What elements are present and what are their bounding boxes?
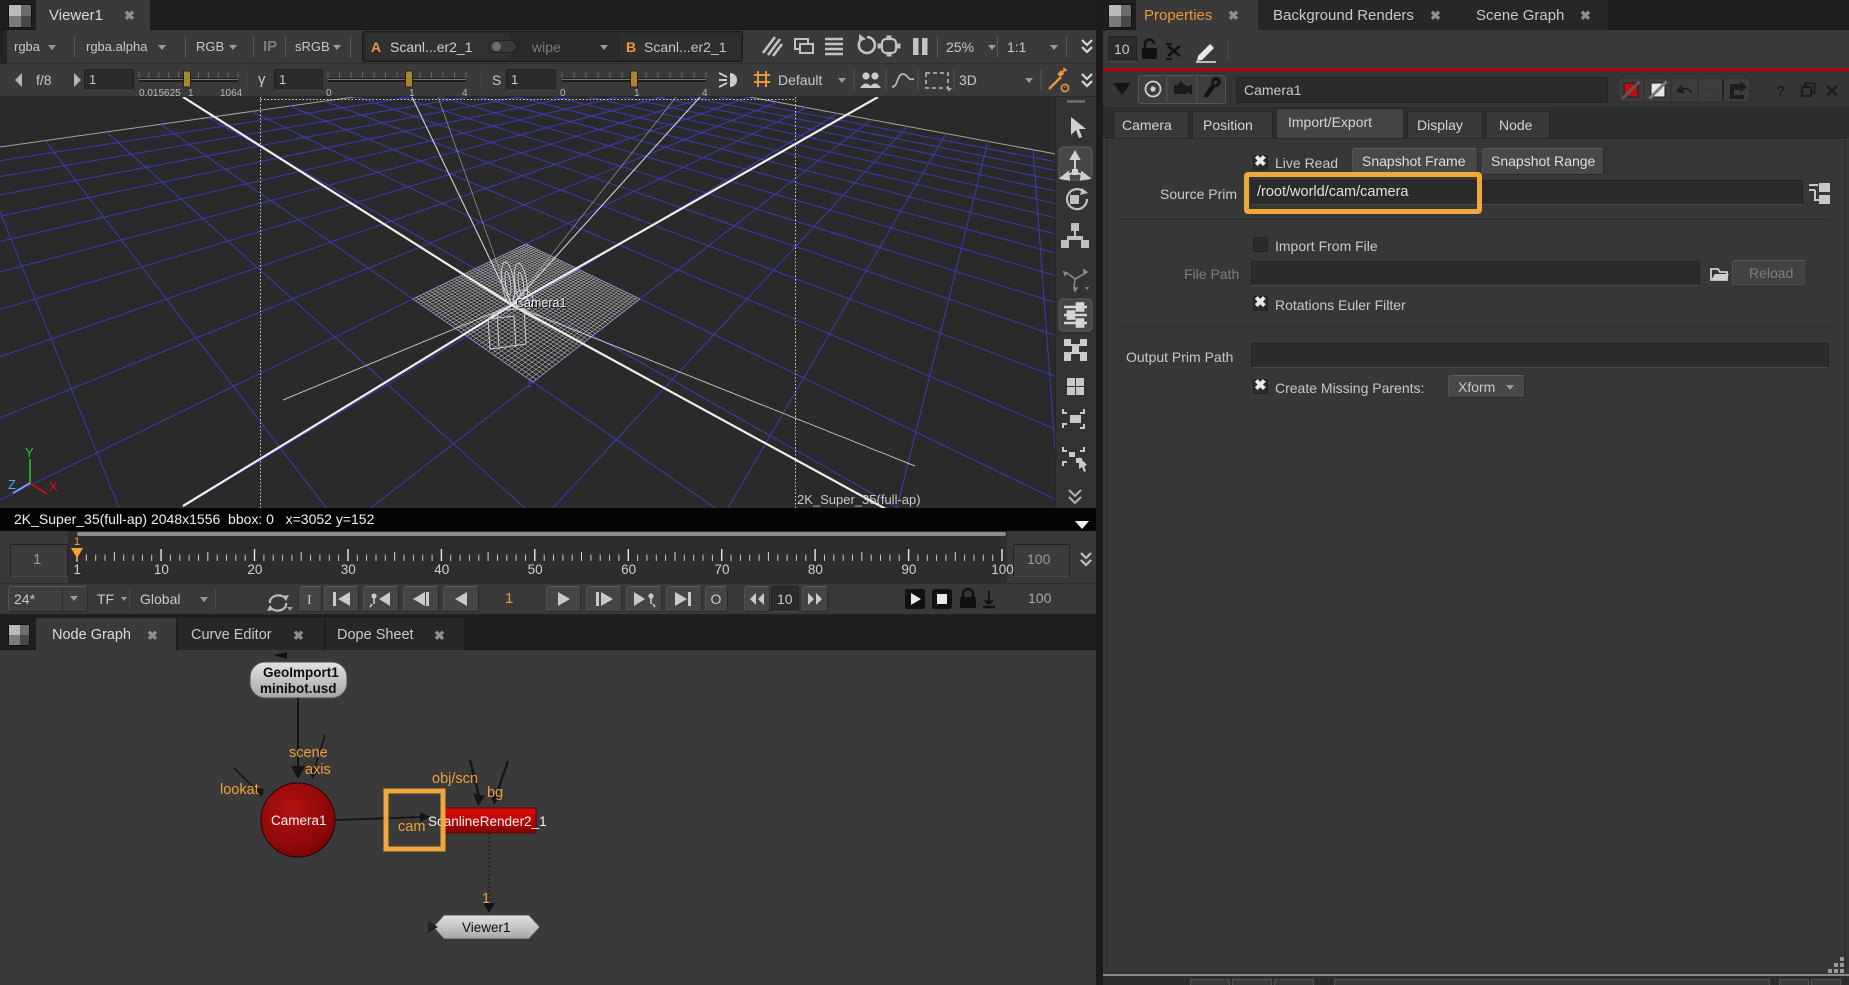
svg-text:obj/scn: obj/scn (432, 771, 478, 787)
svg-text:Camera1: Camera1 (271, 813, 327, 828)
svg-text:axis: axis (305, 762, 331, 778)
svg-text:Z: Z (8, 477, 16, 492)
svg-text:1: 1 (74, 536, 80, 548)
svg-text:X: X (49, 479, 58, 494)
svg-text:?: ? (1776, 83, 1785, 100)
svg-text:2K_Super_35(full-ap): 2K_Super_35(full-ap) (797, 492, 921, 507)
svg-text:Viewer1: Viewer1 (462, 920, 511, 935)
svg-text:Y: Y (25, 445, 34, 460)
svg-text:ScanlineRender2_1: ScanlineRender2_1 (428, 814, 547, 829)
svg-text:1: 1 (527, 379, 532, 389)
svg-text:I: I (307, 593, 312, 608)
svg-text:O: O (711, 591, 722, 607)
svg-text:minibot.usd: minibot.usd (260, 681, 337, 696)
svg-text:scene: scene (289, 745, 328, 761)
svg-text:Camera1: Camera1 (515, 296, 566, 310)
svg-text:1: 1 (482, 891, 490, 907)
svg-text:bg: bg (487, 785, 503, 801)
svg-text:GeoImport1: GeoImport1 (263, 665, 339, 680)
svg-text:lookat: lookat (220, 782, 259, 798)
svg-text:cam: cam (398, 819, 425, 835)
